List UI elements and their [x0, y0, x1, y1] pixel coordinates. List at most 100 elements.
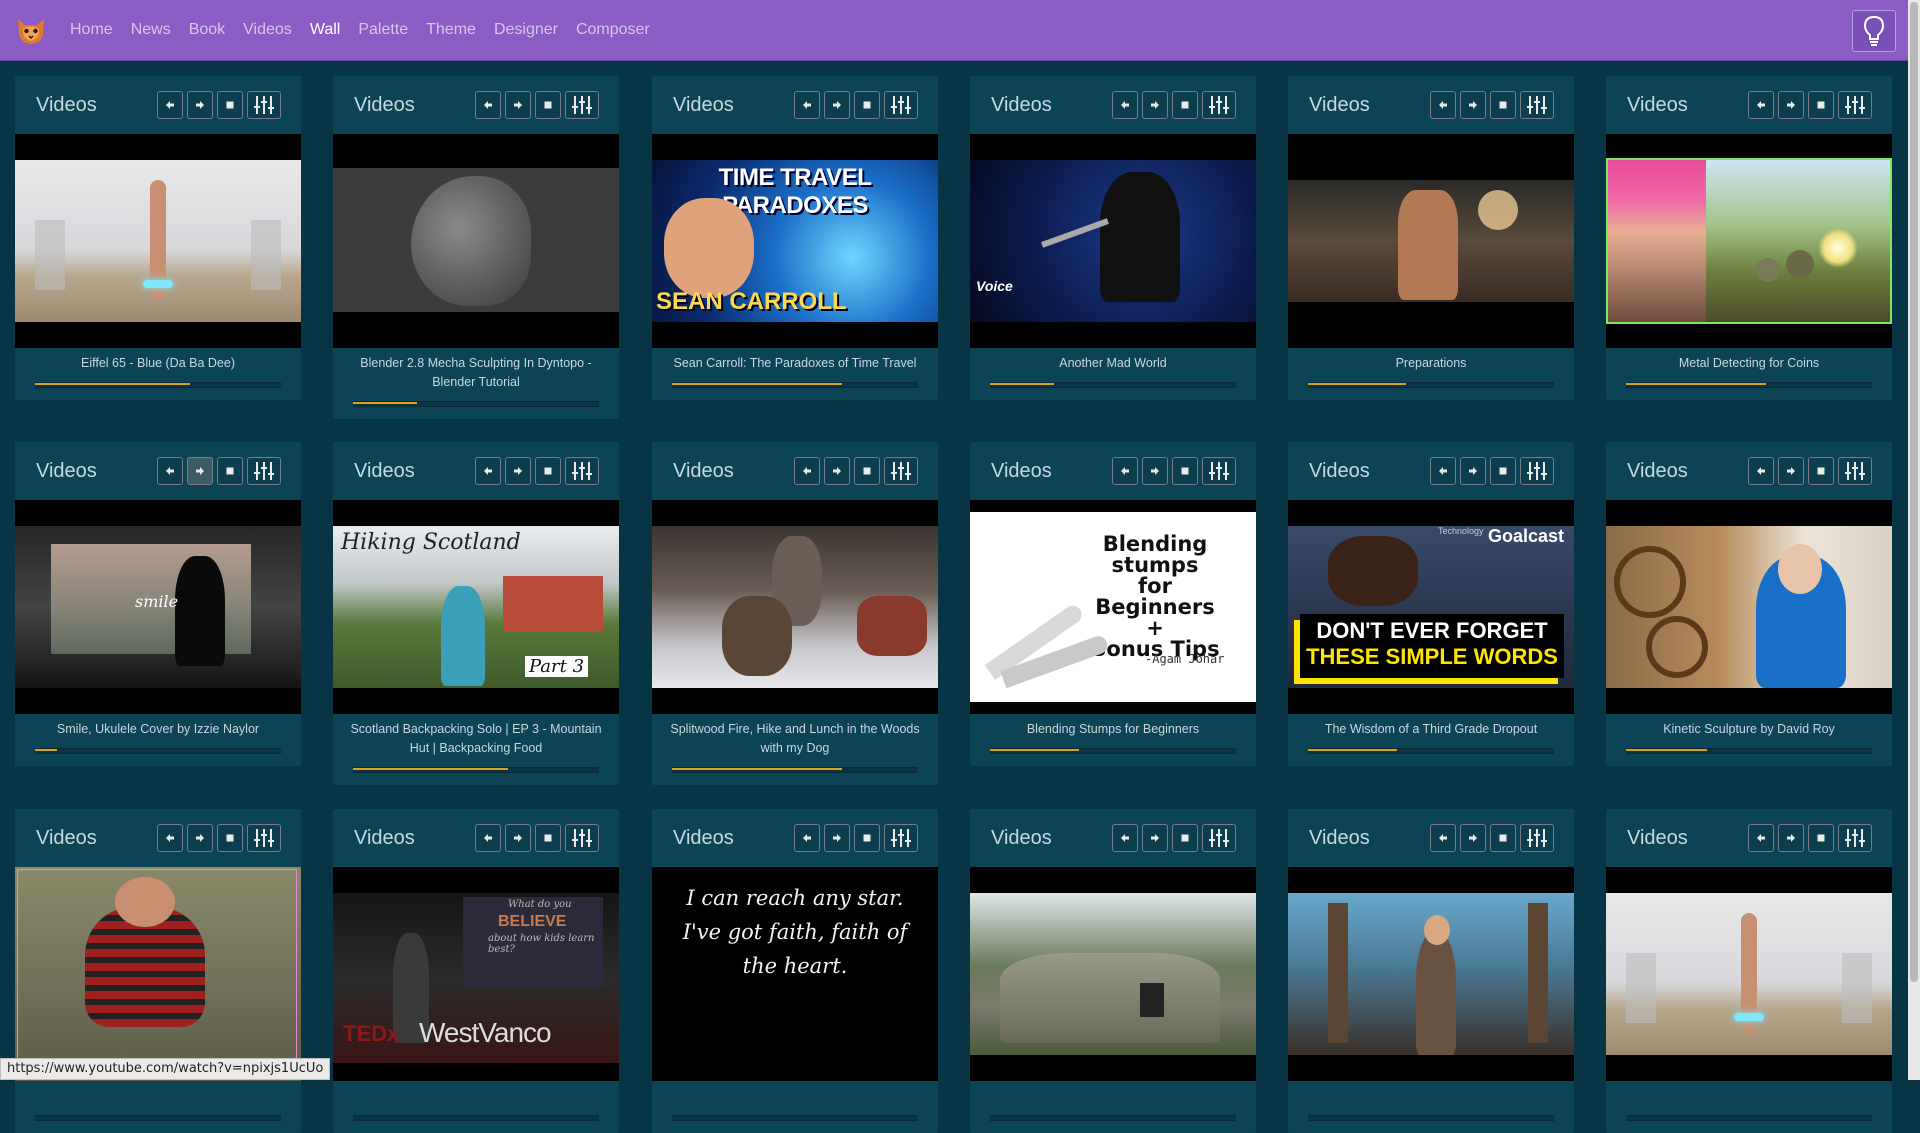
video-frame[interactable]: [1606, 500, 1892, 714]
video-caption[interactable]: Blender 2.8 Mecha Sculpting In Dyntopo -…: [333, 348, 619, 392]
next-button[interactable]: [505, 457, 531, 485]
video-frame[interactable]: [1606, 134, 1892, 348]
nav-palette[interactable]: Palette: [358, 21, 408, 39]
next-button[interactable]: [1460, 457, 1486, 485]
lightbulb-button[interactable]: [1852, 10, 1896, 52]
video-frame[interactable]: [1606, 867, 1892, 1081]
video-thumbnail[interactable]: [15, 867, 301, 1081]
video-thumbnail[interactable]: Hiking Scotland Part 3: [333, 526, 619, 688]
video-frame[interactable]: [970, 867, 1256, 1081]
prev-button[interactable]: [1430, 457, 1456, 485]
progress-bar[interactable]: [990, 382, 1236, 388]
progress-bar[interactable]: [672, 767, 918, 773]
video-thumbnail[interactable]: [1606, 158, 1892, 324]
video-frame[interactable]: [15, 134, 301, 348]
settings-button[interactable]: [1520, 91, 1554, 119]
video-frame[interactable]: Hiking Scotland Part 3: [333, 500, 619, 714]
stop-button[interactable]: [854, 824, 880, 852]
progress-bar[interactable]: [1626, 748, 1872, 754]
nav-videos[interactable]: Videos: [243, 21, 292, 39]
video-caption[interactable]: Sean Carroll: The Paradoxes of Time Trav…: [652, 348, 938, 373]
progress-bar[interactable]: [35, 1115, 281, 1121]
progress-bar[interactable]: [1308, 382, 1554, 388]
video-caption[interactable]: Smile, Ukulele Cover by Izzie Naylor: [15, 714, 301, 739]
stop-button[interactable]: [1490, 824, 1516, 852]
vertical-scrollbar[interactable]: [1908, 0, 1920, 1080]
video-frame[interactable]: [15, 867, 301, 1081]
prev-button[interactable]: [1748, 457, 1774, 485]
video-thumbnail[interactable]: [1288, 893, 1574, 1055]
stop-button[interactable]: [1808, 91, 1834, 119]
stop-button[interactable]: [1172, 824, 1198, 852]
video-caption[interactable]: Blending Stumps for Beginners: [970, 714, 1256, 739]
video-caption[interactable]: [333, 1081, 619, 1106]
stop-button[interactable]: [1172, 457, 1198, 485]
prev-button[interactable]: [794, 824, 820, 852]
next-button[interactable]: [1142, 91, 1168, 119]
nav-news[interactable]: News: [131, 21, 171, 39]
video-frame[interactable]: Goalcast Technology DON'T EVER FORGET TH…: [1288, 500, 1574, 714]
video-thumbnail[interactable]: [1288, 180, 1574, 302]
progress-bar[interactable]: [672, 1115, 918, 1121]
progress-bar[interactable]: [990, 748, 1236, 754]
stop-button[interactable]: [1808, 457, 1834, 485]
next-button[interactable]: [1778, 91, 1804, 119]
stop-button[interactable]: [1490, 457, 1516, 485]
settings-button[interactable]: [1202, 91, 1236, 119]
prev-button[interactable]: [157, 91, 183, 119]
prev-button[interactable]: [1430, 824, 1456, 852]
settings-button[interactable]: [1838, 824, 1872, 852]
progress-bar[interactable]: [353, 401, 599, 407]
video-frame[interactable]: What do you BELIEVE about how kids learn…: [333, 867, 619, 1081]
settings-button[interactable]: [565, 824, 599, 852]
video-caption[interactable]: [1606, 1081, 1892, 1106]
video-thumbnail[interactable]: [652, 526, 938, 688]
prev-button[interactable]: [1430, 91, 1456, 119]
video-thumbnail[interactable]: [15, 160, 301, 322]
next-button[interactable]: [505, 91, 531, 119]
video-frame[interactable]: [1288, 134, 1574, 348]
stop-button[interactable]: [1490, 91, 1516, 119]
next-button[interactable]: [1460, 824, 1486, 852]
video-thumbnail[interactable]: smile: [15, 526, 301, 688]
settings-button[interactable]: [884, 91, 918, 119]
video-caption[interactable]: Scotland Backpacking Solo | EP 3 - Mount…: [333, 714, 619, 758]
video-caption[interactable]: [652, 1081, 938, 1106]
progress-bar[interactable]: [35, 382, 281, 388]
next-button[interactable]: [824, 824, 850, 852]
progress-bar[interactable]: [672, 382, 918, 388]
nav-home[interactable]: Home: [70, 21, 113, 39]
next-button[interactable]: [824, 91, 850, 119]
progress-bar[interactable]: [353, 1115, 599, 1121]
video-frame[interactable]: smile: [15, 500, 301, 714]
video-caption[interactable]: [1288, 1081, 1574, 1106]
prev-button[interactable]: [1112, 824, 1138, 852]
video-caption[interactable]: [970, 1081, 1256, 1106]
video-frame[interactable]: [652, 500, 938, 714]
prev-button[interactable]: [794, 457, 820, 485]
progress-bar[interactable]: [990, 1115, 1236, 1121]
settings-button[interactable]: [1202, 457, 1236, 485]
prev-button[interactable]: [475, 824, 501, 852]
settings-button[interactable]: [247, 91, 281, 119]
prev-button[interactable]: [794, 91, 820, 119]
settings-button[interactable]: [1202, 824, 1236, 852]
prev-button[interactable]: [1112, 457, 1138, 485]
next-button[interactable]: [187, 824, 213, 852]
stop-button[interactable]: [1172, 91, 1198, 119]
video-frame[interactable]: I can reach any star. I've got faith, fa…: [652, 867, 938, 1081]
video-caption[interactable]: Another Mad World: [970, 348, 1256, 373]
stop-button[interactable]: [535, 91, 561, 119]
video-thumbnail[interactable]: TIME TRAVEL PARADOXES SEAN CARROLL: [652, 160, 938, 322]
video-frame[interactable]: Voice: [970, 134, 1256, 348]
stop-button[interactable]: [217, 457, 243, 485]
progress-bar[interactable]: [353, 767, 599, 773]
next-button[interactable]: [824, 457, 850, 485]
settings-button[interactable]: [565, 457, 599, 485]
progress-bar[interactable]: [1626, 382, 1872, 388]
video-thumbnail[interactable]: [1606, 893, 1892, 1055]
nav-designer[interactable]: Designer: [494, 21, 558, 39]
stop-button[interactable]: [217, 824, 243, 852]
video-caption[interactable]: Splitwood Fire, Hike and Lunch in the Wo…: [652, 714, 938, 758]
video-thumbnail[interactable]: What do you BELIEVE about how kids learn…: [333, 893, 619, 1063]
